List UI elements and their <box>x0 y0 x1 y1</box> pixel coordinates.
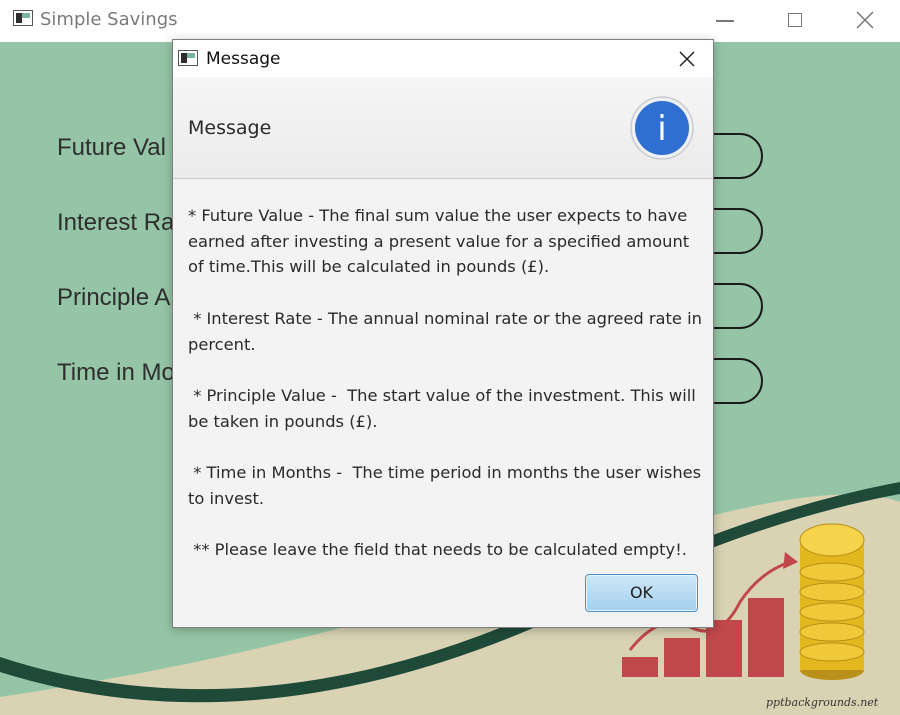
window-title: Simple Savings <box>40 9 178 30</box>
help-future-value: * Future Value - The final sum value the… <box>188 206 695 277</box>
principle-amount-label: Principle A <box>57 284 171 311</box>
app-icon <box>13 10 33 26</box>
dialog-app-icon <box>178 50 198 66</box>
coin-stack-graphic <box>799 523 865 680</box>
close-icon <box>679 51 695 67</box>
dialog-close-button[interactable] <box>670 42 704 76</box>
dialog-title: Message <box>206 49 281 69</box>
watermark-text: pptbackgrounds.net <box>766 696 879 709</box>
dialog-header: Message i <box>173 77 713 179</box>
maximize-icon <box>788 13 802 27</box>
close-icon <box>856 11 874 29</box>
message-dialog: Message Message i * Future Value - The f… <box>172 39 714 628</box>
minimize-icon <box>716 20 734 22</box>
maximize-button[interactable] <box>760 0 830 40</box>
ok-button[interactable]: OK <box>585 574 698 612</box>
help-leave-empty-note: ** Please leave the field that needs to … <box>188 540 687 560</box>
close-button[interactable] <box>830 0 900 40</box>
help-interest-rate: * Interest Rate - The annual nominal rat… <box>188 308 708 354</box>
future-value-label: Future Val <box>57 134 166 161</box>
svg-text:i: i <box>657 109 666 149</box>
time-in-months-label: Time in Mo <box>57 359 175 386</box>
help-principle-value: * Principle Value - The start value of t… <box>188 385 701 431</box>
help-time-in-months: * Time in Months - The time period in mo… <box>188 462 707 508</box>
dialog-titlebar: Message <box>173 40 713 77</box>
dialog-message-body: * Future Value - The final sum value the… <box>188 203 703 563</box>
info-icon: i <box>630 96 694 160</box>
interest-rate-label: Interest Ra <box>57 209 175 236</box>
main-titlebar: Simple Savings <box>0 0 900 42</box>
dialog-header-text: Message <box>188 117 272 139</box>
minimize-button[interactable] <box>690 0 760 40</box>
